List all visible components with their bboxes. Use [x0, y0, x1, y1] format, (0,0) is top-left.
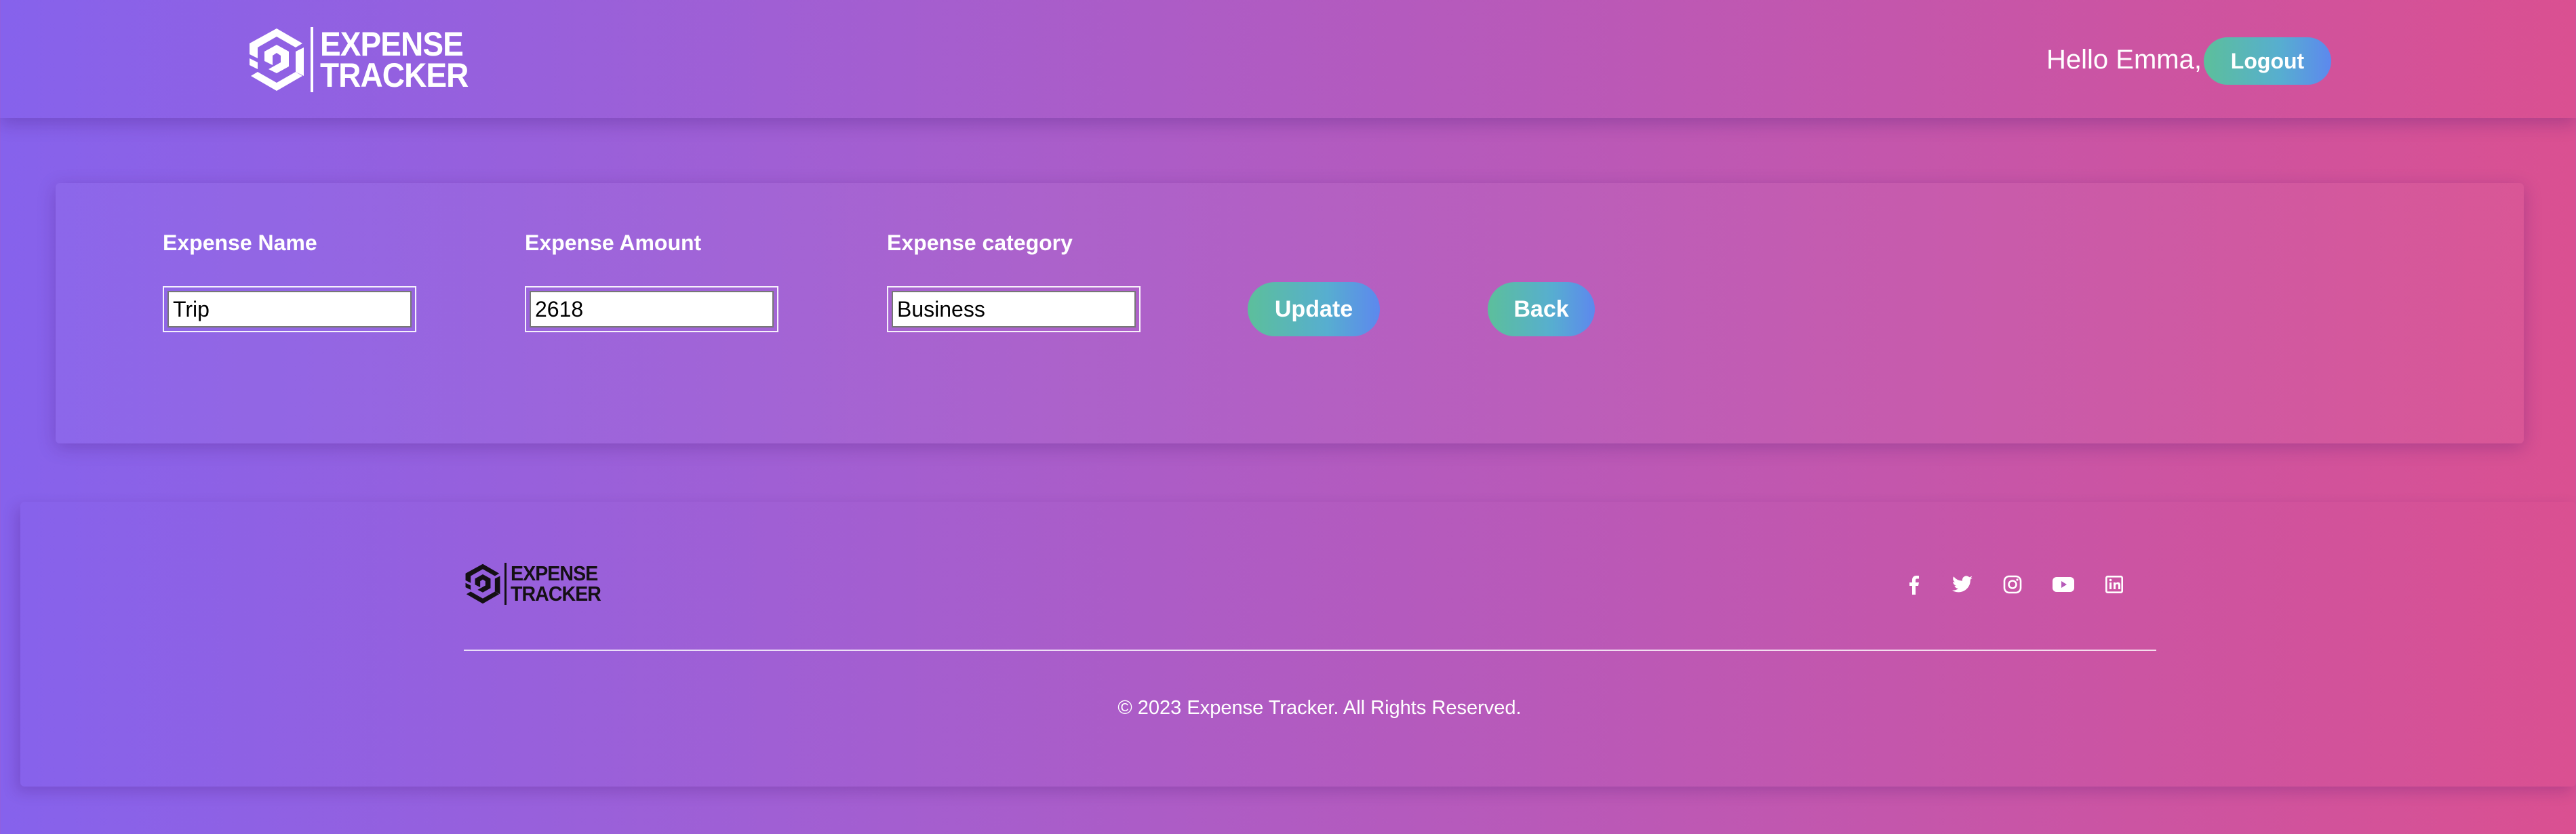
logo-line-1: EXPENSE [320, 25, 464, 63]
facebook-icon[interactable] [1900, 571, 1927, 598]
logo-text: EXPENSE TRACKER [511, 563, 609, 604]
copyright-text: © 2023 Expense Tracker. All Rights Reser… [1117, 697, 1522, 719]
back-button[interactable]: Back [1488, 282, 1595, 336]
expense-name-label: Expense Name [163, 231, 317, 255]
expense-amount-label: Expense Amount [525, 231, 702, 255]
logo-mark-icon [250, 28, 304, 91]
user-greeting: Hello Emma, [2046, 45, 2202, 75]
expense-category-input[interactable] [892, 291, 1136, 327]
logo-divider [504, 563, 507, 605]
expense-amount-field-wrapper [525, 286, 778, 332]
twitter-icon[interactable] [1949, 571, 1976, 598]
expense-name-field-wrapper [163, 286, 416, 332]
expense-amount-input[interactable] [530, 291, 774, 327]
expense-category-field-wrapper [887, 286, 1141, 332]
footer-divider [464, 650, 2156, 651]
footer-logo[interactable]: EXPENSE TRACKER [464, 561, 609, 606]
update-button[interactable]: Update [1248, 282, 1380, 336]
instagram-icon[interactable] [1999, 571, 2026, 598]
youtube-icon[interactable] [2050, 571, 2077, 598]
header-logo[interactable]: EXPENSE TRACKER [247, 24, 481, 95]
logo-line-2: TRACKER [511, 582, 601, 605]
logo-line-2: TRACKER [320, 56, 469, 94]
logo-divider [311, 27, 313, 92]
expense-name-input[interactable] [167, 291, 412, 327]
site-header: EXPENSE TRACKER Hello Emma, Logout [0, 0, 2576, 118]
logo-line-1: EXPENSE [511, 561, 598, 585]
linkedin-icon[interactable] [2101, 571, 2128, 598]
expense-category-label: Expense category [887, 231, 1073, 255]
logo-text: EXPENSE TRACKER [320, 25, 481, 94]
site-footer: EXPENSE TRACKER © 2023 Expense Tracker. … [20, 502, 2576, 787]
logo-mark-icon [465, 563, 500, 604]
logout-button[interactable]: Logout [2204, 37, 2331, 85]
